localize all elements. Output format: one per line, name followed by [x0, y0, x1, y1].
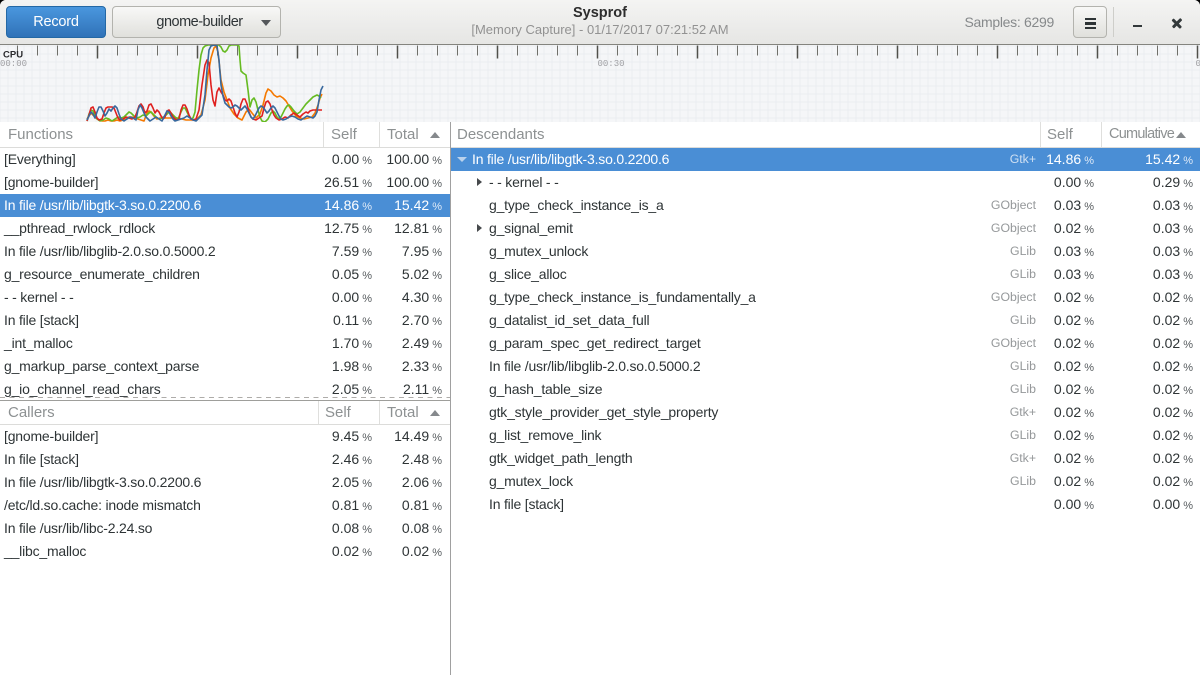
- svg-text:01:00: 01:00: [1196, 59, 1200, 69]
- svg-text:00:30: 00:30: [598, 59, 625, 69]
- svg-text:00:00: 00:00: [0, 59, 27, 69]
